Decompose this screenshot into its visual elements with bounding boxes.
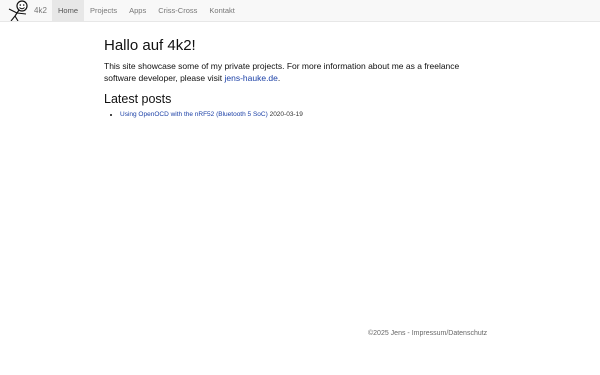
nav-item-home[interactable]: Home xyxy=(52,0,85,21)
post-date: 2020-03-19 xyxy=(269,111,303,118)
post-link[interactable]: Using OpenOCD with the nRF52 (Bluetooth … xyxy=(120,111,268,118)
latest-posts-heading: Latest posts xyxy=(104,92,172,106)
nav-item-criss-cross[interactable]: Criss-Cross xyxy=(152,0,203,21)
stick-figure-logo-icon[interactable] xyxy=(4,0,32,21)
posts-list: Using OpenOCD with the nRF52 (Bluetooth … xyxy=(104,110,504,120)
intro-text: This site showcase some of my private pr… xyxy=(104,61,460,83)
top-navbar: 4k2 Home Projects Apps Criss-Cross Konta… xyxy=(0,0,600,22)
list-item: Using OpenOCD with the nRF52 (Bluetooth … xyxy=(120,110,504,120)
footer-copyright: ©2025 Jens xyxy=(368,330,406,337)
homepage-link[interactable]: jens-hauke.de xyxy=(224,73,277,83)
footer: ©2025 Jens - Impressum/Datenschutz xyxy=(368,330,487,337)
page-title: Hallo auf 4k2! xyxy=(104,37,196,54)
nav-item-kontakt[interactable]: Kontakt xyxy=(203,0,240,21)
brand-link[interactable]: 4k2 xyxy=(34,0,47,21)
main-content: Hallo auf 4k2! This site showcase some o… xyxy=(104,36,504,120)
intro-paragraph: This site showcase some of my private pr… xyxy=(104,60,484,84)
nav-item-apps[interactable]: Apps xyxy=(123,0,152,21)
main-nav: Home Projects Apps Criss-Cross Kontakt xyxy=(52,0,241,21)
intro-end: . xyxy=(277,73,281,83)
impressum-link[interactable]: Impressum/Datenschutz xyxy=(412,330,487,337)
nav-item-projects[interactable]: Projects xyxy=(84,0,123,21)
